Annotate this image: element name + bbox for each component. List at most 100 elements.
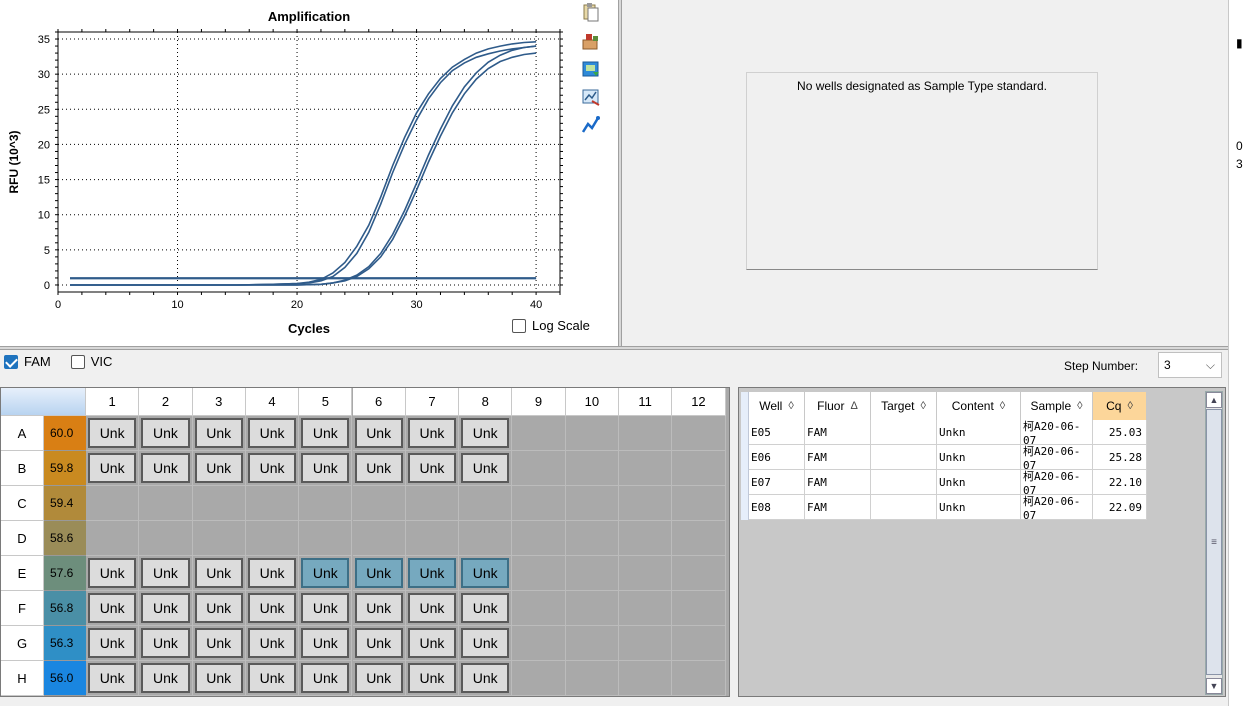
well-A8[interactable]: Unk — [461, 418, 510, 448]
row-header-F[interactable]: F — [1, 591, 44, 626]
well-A3[interactable]: Unk — [194, 418, 243, 448]
table-cell-cq[interactable]: 22.09 — [1093, 495, 1147, 520]
plate-cell[interactable] — [619, 521, 673, 556]
sort-indicator-icon[interactable]: ◊ — [1127, 400, 1132, 412]
plate-cell[interactable]: Unk — [405, 451, 460, 486]
well-B8[interactable]: Unk — [461, 453, 510, 483]
plate-cell[interactable] — [619, 556, 673, 591]
table-cell-cq[interactable]: 25.28 — [1093, 445, 1147, 470]
plate-cell[interactable] — [86, 521, 140, 556]
well-B6[interactable]: Unk — [354, 453, 403, 483]
column-header-content[interactable]: Content ◊ — [937, 392, 1021, 420]
row-selector-column[interactable] — [741, 392, 749, 520]
plate-cell[interactable] — [459, 521, 513, 556]
well-H1[interactable]: Unk — [88, 663, 137, 693]
export-icon[interactable] — [580, 30, 602, 52]
plate-cell[interactable]: Unk — [299, 591, 353, 626]
plate-cell[interactable]: Unk — [245, 556, 300, 591]
plate-cell[interactable] — [672, 626, 726, 661]
table-cell-sample[interactable]: 柯A20-06-07 — [1021, 445, 1093, 472]
well-B2[interactable]: Unk — [141, 453, 190, 483]
table-cell-target[interactable] — [871, 445, 937, 470]
plate-cell[interactable]: Unk — [86, 661, 140, 696]
well-H7[interactable]: Unk — [407, 663, 457, 693]
well-H3[interactable]: Unk — [194, 663, 243, 693]
plate-cell[interactable] — [565, 591, 619, 626]
plate-cell[interactable]: Unk — [139, 416, 193, 451]
plate-cell[interactable]: Unk — [245, 451, 300, 486]
plate-cell[interactable]: Unk — [352, 626, 406, 661]
plate-cell[interactable] — [512, 591, 566, 626]
well-F6[interactable]: Unk — [354, 593, 403, 623]
plate-cell[interactable]: Unk — [299, 416, 353, 451]
plate-cell[interactable] — [139, 521, 193, 556]
column-header-target[interactable]: Target ◊ — [871, 392, 937, 420]
plate-cell[interactable]: Unk — [405, 416, 460, 451]
well-E3[interactable]: Unk — [194, 558, 243, 588]
column-header-11[interactable]: 11 — [619, 388, 673, 416]
table-cell-cq[interactable]: 25.03 — [1093, 420, 1147, 445]
well-F3[interactable]: Unk — [194, 593, 243, 623]
plate-cell[interactable]: Unk — [405, 591, 460, 626]
plate-cell[interactable]: Unk — [86, 451, 140, 486]
table-cell-sample[interactable]: 柯A20-06-07 — [1021, 420, 1093, 447]
amplification-chart[interactable]: 0 10 20 30 40 0 5 10 15 20 25 30 35 Amplification Cycl… — [0, 0, 580, 346]
row-header-B[interactable]: B — [1, 451, 44, 486]
plate-cell[interactable] — [672, 451, 726, 486]
well-G6[interactable]: Unk — [354, 628, 403, 658]
plate-cell[interactable]: Unk — [86, 591, 140, 626]
plate-cell[interactable] — [672, 486, 726, 521]
plate-cell[interactable]: Unk — [192, 626, 246, 661]
plate-cell[interactable]: Unk — [139, 661, 193, 696]
fam-checkbox[interactable] — [4, 354, 18, 369]
well-A4[interactable]: Unk — [247, 418, 297, 448]
well-H2[interactable]: Unk — [141, 663, 190, 693]
plate-cell[interactable]: Unk — [192, 556, 246, 591]
column-header-fluor[interactable]: Fluor Δ — [805, 392, 871, 420]
table-cell-fluor[interactable]: FAM — [805, 495, 871, 520]
column-header-cq[interactable]: Cq ◊ — [1093, 392, 1147, 420]
plate-cell[interactable]: Unk — [139, 626, 193, 661]
plate-cell[interactable]: Unk — [459, 661, 513, 696]
well-F1[interactable]: Unk — [88, 593, 137, 623]
plate-cell[interactable]: Unk — [459, 591, 513, 626]
table-cell-fluor[interactable]: FAM — [805, 470, 871, 495]
well-G7[interactable]: Unk — [407, 628, 457, 658]
plate-cell[interactable]: Unk — [405, 556, 460, 591]
plate-cell[interactable]: Unk — [459, 416, 513, 451]
plate-cell[interactable] — [352, 486, 406, 521]
plate-cell[interactable]: Unk — [245, 661, 300, 696]
chart-options-icon[interactable] — [580, 86, 602, 108]
plate-cell[interactable]: Unk — [139, 591, 193, 626]
plate-cell[interactable]: Unk — [86, 416, 140, 451]
plate-cell[interactable]: Unk — [299, 661, 353, 696]
plate-cell[interactable] — [405, 486, 460, 521]
scroll-up-icon[interactable]: ▲ — [1206, 392, 1222, 408]
plate-cell[interactable] — [192, 486, 246, 521]
well-A5[interactable]: Unk — [301, 418, 350, 448]
plate-cell[interactable]: Unk — [352, 556, 406, 591]
table-cell-target[interactable] — [871, 470, 937, 495]
plate-cell[interactable] — [512, 521, 566, 556]
well-H5[interactable]: Unk — [301, 663, 350, 693]
plate-cell[interactable] — [139, 486, 193, 521]
plate-cell[interactable] — [619, 661, 673, 696]
row-header-A[interactable]: A — [1, 416, 44, 451]
plate-cell[interactable] — [512, 556, 566, 591]
log-scale-checkbox[interactable] — [512, 318, 526, 333]
table-cell-sample[interactable]: 柯A20-06-07 — [1021, 470, 1093, 497]
well-G8[interactable]: Unk — [461, 628, 510, 658]
well-G4[interactable]: Unk — [247, 628, 297, 658]
plate-cell[interactable] — [672, 591, 726, 626]
well-A2[interactable]: Unk — [141, 418, 190, 448]
row-header-C[interactable]: C — [1, 486, 44, 521]
plate-cell[interactable]: Unk — [352, 451, 406, 486]
plate-cell[interactable]: Unk — [299, 451, 353, 486]
well-H4[interactable]: Unk — [247, 663, 297, 693]
well-E2[interactable]: Unk — [141, 558, 190, 588]
well-H8[interactable]: Unk — [461, 663, 510, 693]
trace-style-icon[interactable] — [580, 114, 602, 136]
well-F4[interactable]: Unk — [247, 593, 297, 623]
plate-cell[interactable] — [245, 521, 300, 556]
table-cell-well[interactable]: E06 — [749, 445, 805, 470]
